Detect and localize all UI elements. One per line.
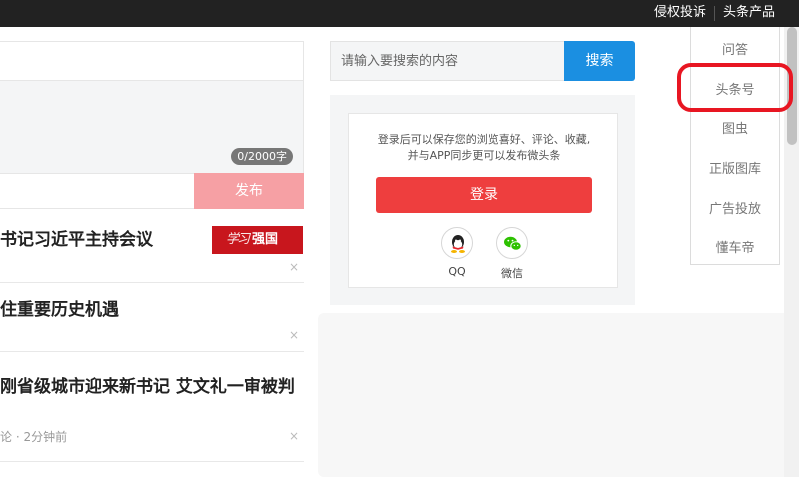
menu-item-dongchedi[interactable]: 懂车帝 [691, 237, 779, 256]
login-button[interactable]: 登录 [376, 177, 592, 213]
xuexi-qiangguo-logo: 学习 强国 [212, 226, 303, 254]
dismiss-icon[interactable]: × [289, 430, 299, 442]
login-box: 登录后可以保存您的浏览喜好、评论、收藏, 并与APP同步更可以发布微头条 登录 … [348, 113, 618, 288]
highlight-annotation [677, 63, 793, 112]
char-counter: 0/2000字 [231, 148, 293, 165]
products-link[interactable]: 头条产品 [723, 0, 775, 27]
top-bar: 侵权投诉 头条产品 [0, 0, 799, 27]
post-editor-header[interactable] [0, 41, 304, 81]
topbar-divider [714, 6, 715, 21]
qq-login[interactable]: QQ [437, 227, 477, 278]
news-title[interactable]: 住重要历史机遇 [0, 295, 119, 320]
menu-item-wenda[interactable]: 问答 [691, 39, 779, 58]
news-title[interactable]: 书记习近平主持会议 [0, 225, 153, 250]
menu-item-stock-images[interactable]: 正版图库 [691, 158, 779, 177]
post-editor-textarea[interactable]: 0/2000字 [0, 81, 304, 173]
placeholder-card [318, 313, 790, 477]
login-hint-line1: 登录后可以保存您的浏览喜好、评论、收藏, [377, 133, 591, 146]
search-button[interactable]: 搜索 [564, 41, 635, 81]
login-panel: 登录后可以保存您的浏览喜好、评论、收藏, 并与APP同步更可以发布微头条 登录 … [330, 95, 635, 305]
menu-item-tuchong[interactable]: 图虫 [691, 118, 779, 137]
news-item[interactable]: 书记习近平主持会议 学习 强国 × [0, 209, 304, 283]
wechat-login[interactable]: 微信 [492, 227, 532, 281]
news-meta: 论 · 2分钟前 [0, 430, 68, 444]
news-title[interactable]: 刚省级城市迎来新书记 艾文礼一审被判 [0, 372, 295, 397]
qq-icon[interactable] [441, 227, 473, 259]
report-link[interactable]: 侵权投诉 [654, 0, 706, 27]
qq-label[interactable]: QQ [437, 265, 477, 278]
login-hint-line2: 并与APP同步更可以发布微头条 [407, 149, 561, 162]
menu-item-advertising[interactable]: 广告投放 [691, 198, 779, 217]
login-hint: 登录后可以保存您的浏览喜好、评论、收藏, 并与APP同步更可以发布微头条 [349, 132, 619, 164]
dismiss-icon[interactable]: × [289, 329, 299, 341]
search-input[interactable] [330, 41, 564, 81]
feed-column: 0/2000字 发布 书记习近平主持会议 学习 强国 × 住重要历史机遇 × 刚省… [0, 41, 304, 477]
dismiss-icon[interactable]: × [289, 261, 299, 273]
publish-button[interactable]: 发布 [194, 173, 304, 209]
post-editor-footer: 发布 [0, 173, 304, 209]
news-item[interactable]: 住重要历史机遇 × [0, 283, 304, 352]
wechat-label[interactable]: 微信 [492, 265, 532, 281]
wechat-icon[interactable] [496, 227, 528, 259]
news-item[interactable]: 刚省级城市迎来新书记 艾文礼一审被判 论 · 2分钟前 × [0, 352, 304, 462]
